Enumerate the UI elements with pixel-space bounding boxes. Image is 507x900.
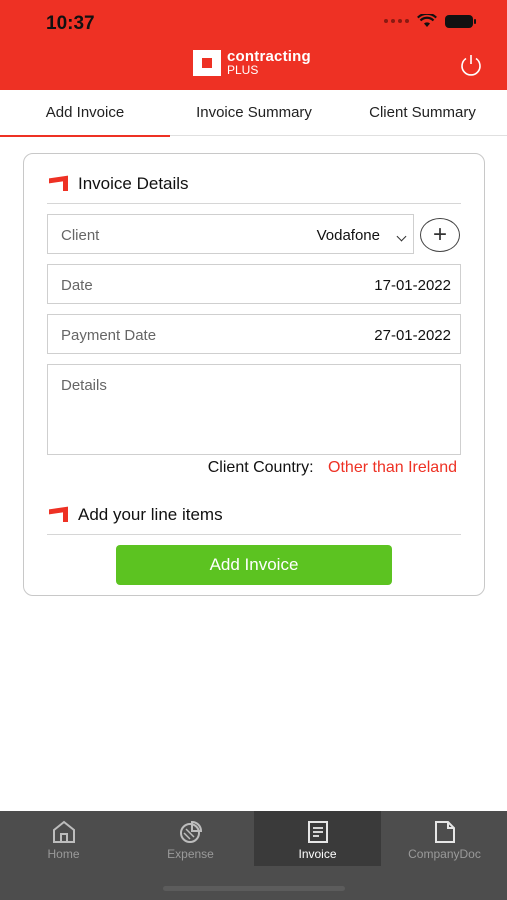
line-items-heading: Add your line items: [49, 505, 223, 525]
invoice-details-heading: Invoice Details: [49, 174, 189, 194]
date-label: Date: [61, 277, 93, 294]
brand-name: contracting: [227, 48, 311, 65]
nav-item-invoice[interactable]: Invoice: [254, 811, 381, 866]
nav-label-invoice: Invoice: [298, 847, 337, 861]
details-textarea[interactable]: Details: [47, 364, 461, 455]
nav-label-expense: Expense: [167, 847, 214, 861]
divider: [47, 534, 461, 535]
client-select[interactable]: Client Vodafone: [47, 214, 414, 254]
invoice-icon: [307, 821, 328, 843]
chevron-down-icon: [396, 231, 407, 242]
nav-item-expense[interactable]: Expense: [127, 811, 254, 866]
home-icon: [52, 820, 75, 843]
date-field[interactable]: Date 17-01-2022: [47, 264, 461, 304]
invoice-details-title: Invoice Details: [78, 174, 189, 193]
payment-date-value: 27-01-2022: [374, 327, 451, 344]
details-label: Details: [61, 377, 107, 394]
payment-date-field[interactable]: Payment Date 27-01-2022: [47, 314, 461, 354]
client-label: Client: [61, 227, 100, 244]
expense-icon: [179, 820, 202, 843]
tab-invoice-summary[interactable]: Invoice Summary: [170, 90, 338, 136]
nav-item-home[interactable]: Home: [0, 811, 127, 866]
client-country: Client Country: Other than Ireland: [208, 459, 457, 477]
section-marker-icon: [49, 508, 68, 522]
add-client-button[interactable]: +: [420, 218, 460, 252]
tab-bar: Add Invoice Invoice Summary Client Summa…: [0, 90, 507, 137]
battery-icon: [445, 14, 476, 28]
client-country-value[interactable]: Other than Ireland: [328, 459, 457, 476]
logo-mark-icon: [193, 49, 221, 76]
tab-client-summary[interactable]: Client Summary: [338, 90, 507, 136]
status-time: 10:37: [46, 13, 95, 34]
status-icons: [384, 14, 476, 28]
brand-subname: PLUS: [227, 63, 259, 77]
home-indicator: [163, 886, 345, 891]
power-icon[interactable]: [459, 53, 483, 77]
wifi-icon: [417, 14, 437, 27]
client-country-label: Client Country:: [207, 459, 314, 476]
divider: [47, 203, 461, 204]
tab-add-invoice[interactable]: Add Invoice: [0, 90, 170, 137]
date-value: 17-01-2022: [374, 277, 451, 294]
section-marker-icon: [49, 177, 68, 191]
document-icon: [434, 821, 455, 843]
nav-item-companydoc[interactable]: CompanyDoc: [381, 811, 507, 866]
plus-icon: +: [432, 221, 447, 248]
signal-icon: [384, 19, 409, 23]
payment-date-label: Payment Date: [61, 327, 157, 344]
invoice-card: Invoice Details Client Vodafone + Date 1…: [23, 153, 485, 596]
nav-label-companydoc: CompanyDoc: [408, 847, 481, 861]
app-header: 10:37 contracting PLUS: [0, 0, 507, 90]
nav-label-home: Home: [47, 847, 80, 861]
client-value: Vodafone: [316, 227, 380, 244]
line-items-title: Add your line items: [78, 505, 223, 524]
add-invoice-button[interactable]: Add Invoice: [116, 545, 392, 585]
brand-logo: contracting PLUS: [193, 49, 311, 76]
